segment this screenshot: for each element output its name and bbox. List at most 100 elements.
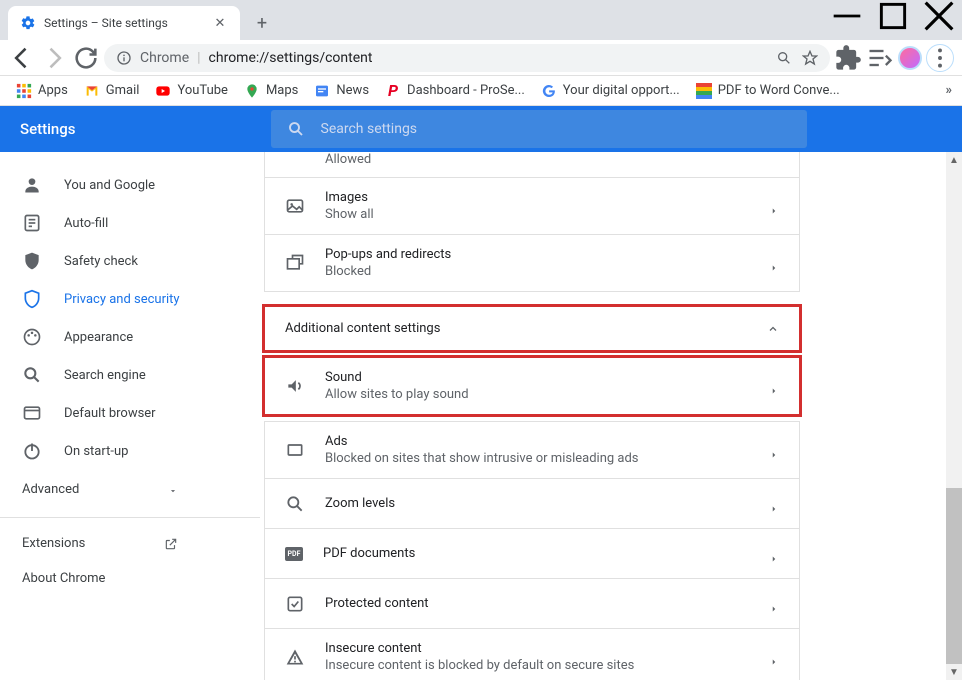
search-icon bbox=[22, 365, 42, 385]
bookmark-star-icon[interactable] bbox=[802, 50, 818, 66]
chrome-menu-button[interactable] bbox=[926, 44, 954, 72]
apps-icon bbox=[16, 83, 32, 99]
youtube-icon bbox=[155, 83, 171, 99]
row-partial-allowed: Allowed bbox=[264, 152, 800, 178]
bookmarks-overflow-button[interactable]: » bbox=[946, 83, 953, 98]
bookmark-maps[interactable]: Maps bbox=[238, 79, 304, 103]
bookmark-apps[interactable]: Apps bbox=[10, 79, 74, 103]
shield-icon bbox=[22, 289, 42, 309]
search-placeholder: Search settings bbox=[321, 121, 418, 137]
palette-icon bbox=[22, 327, 42, 347]
sidebar-extensions-link[interactable]: Extensions bbox=[0, 526, 200, 561]
popup-icon bbox=[285, 253, 305, 273]
pinterest-icon: P bbox=[385, 83, 401, 99]
scroll-up-arrow[interactable]: ▲ bbox=[946, 152, 962, 168]
row-pdf[interactable]: PDF PDF documents bbox=[264, 529, 800, 579]
shield-check-icon bbox=[22, 251, 42, 271]
row-ads[interactable]: AdsBlocked on sites that show intrusive … bbox=[264, 421, 800, 479]
sidebar-advanced-toggle[interactable]: Advanced bbox=[0, 470, 200, 509]
bookmarks-bar: Apps Gmail YouTube Maps News PDashboard … bbox=[0, 76, 962, 106]
sidebar-item-appearance[interactable]: Appearance bbox=[0, 318, 260, 356]
search-icon[interactable] bbox=[776, 50, 792, 66]
pdf-icon: PDF bbox=[285, 547, 303, 561]
url-text: chrome://settings/content bbox=[209, 50, 373, 66]
close-tab-button[interactable]: ✕ bbox=[212, 15, 228, 31]
chevron-right-icon bbox=[769, 499, 779, 509]
row-sound[interactable]: SoundAllow sites to play sound bbox=[264, 357, 800, 415]
back-button[interactable] bbox=[8, 44, 36, 72]
scroll-thumb[interactable] bbox=[946, 488, 962, 664]
person-icon bbox=[22, 175, 42, 195]
google-icon bbox=[541, 83, 557, 99]
bookmark-pinterest[interactable]: PDashboard - ProSe... bbox=[379, 79, 531, 103]
bookmark-google[interactable]: Your digital opport... bbox=[535, 79, 686, 103]
ads-icon bbox=[285, 440, 305, 460]
news-icon bbox=[314, 83, 330, 99]
browser-toolbar: Chrome | chrome://settings/content bbox=[0, 40, 962, 76]
maximize-button[interactable] bbox=[870, 0, 916, 32]
profile-avatar[interactable] bbox=[898, 46, 922, 70]
chevron-right-icon bbox=[769, 599, 779, 609]
forward-button[interactable] bbox=[40, 44, 68, 72]
extensions-icon[interactable] bbox=[834, 44, 862, 72]
protected-icon bbox=[285, 594, 305, 614]
row-popups[interactable]: Pop-ups and redirectsBlocked bbox=[264, 235, 800, 292]
bookmark-news[interactable]: News bbox=[308, 79, 375, 103]
address-bar[interactable]: Chrome | chrome://settings/content bbox=[104, 44, 830, 72]
settings-main-panel: Allowed ImagesShow all Pop-ups and redir… bbox=[260, 152, 962, 680]
sidebar-item-you-and-google[interactable]: You and Google bbox=[0, 166, 260, 204]
sidebar-about-link[interactable]: About Chrome bbox=[0, 561, 200, 596]
rainbow-icon bbox=[696, 83, 712, 99]
chevron-right-icon bbox=[769, 381, 779, 391]
sidebar-item-search-engine[interactable]: Search engine bbox=[0, 356, 260, 394]
chevron-right-icon bbox=[769, 652, 779, 662]
sidebar-item-safety-check[interactable]: Safety check bbox=[0, 242, 260, 280]
chevron-right-icon bbox=[769, 549, 779, 559]
chevron-up-icon bbox=[767, 323, 779, 335]
window-titlebar: Settings – Site settings ✕ + bbox=[0, 0, 962, 40]
bookmark-pdf[interactable]: PDF to Word Conve... bbox=[690, 79, 846, 103]
sidebar-item-autofill[interactable]: Auto-fill bbox=[0, 204, 260, 242]
sidebar-item-on-startup[interactable]: On start-up bbox=[0, 432, 260, 470]
bookmark-youtube[interactable]: YouTube bbox=[149, 79, 234, 103]
browser-tab[interactable]: Settings – Site settings ✕ bbox=[8, 6, 240, 40]
reading-list-icon[interactable] bbox=[866, 44, 894, 72]
reload-button[interactable] bbox=[72, 44, 100, 72]
sidebar-item-privacy-security[interactable]: Privacy and security bbox=[0, 280, 260, 318]
chevron-right-icon bbox=[769, 201, 779, 211]
search-settings-input[interactable]: Search settings bbox=[271, 110, 807, 148]
scroll-down-arrow[interactable]: ▼ bbox=[946, 664, 962, 680]
site-info-icon[interactable] bbox=[116, 50, 132, 66]
maps-icon bbox=[244, 83, 260, 99]
page-title: Settings bbox=[20, 120, 76, 138]
image-icon bbox=[285, 196, 305, 216]
scrollbar[interactable]: ▲ ▼ bbox=[946, 152, 962, 680]
search-icon bbox=[287, 120, 305, 138]
section-additional-content[interactable]: Additional content settings bbox=[264, 306, 800, 351]
minimize-button[interactable] bbox=[824, 0, 870, 32]
divider bbox=[0, 517, 260, 518]
sidebar-item-default-browser[interactable]: Default browser bbox=[0, 394, 260, 432]
chevron-right-icon bbox=[769, 258, 779, 268]
row-zoom[interactable]: Zoom levels bbox=[264, 479, 800, 529]
settings-header: Settings Search settings bbox=[0, 106, 962, 152]
bookmark-gmail[interactable]: Gmail bbox=[78, 79, 146, 103]
gear-icon bbox=[20, 15, 36, 31]
new-tab-button[interactable]: + bbox=[248, 9, 276, 37]
power-icon bbox=[22, 441, 42, 461]
tab-title: Settings – Site settings bbox=[44, 16, 168, 30]
gmail-icon bbox=[84, 83, 100, 99]
chevron-right-icon bbox=[769, 445, 779, 455]
warning-icon bbox=[285, 647, 305, 667]
url-scheme: Chrome bbox=[140, 50, 189, 66]
browser-icon bbox=[22, 403, 42, 423]
row-images[interactable]: ImagesShow all bbox=[264, 178, 800, 235]
row-protected[interactable]: Protected content bbox=[264, 579, 800, 629]
settings-sidebar: You and Google Auto-fill Safety check Pr… bbox=[0, 152, 260, 680]
row-insecure[interactable]: Insecure contentInsecure content is bloc… bbox=[264, 629, 800, 680]
external-link-icon bbox=[164, 537, 178, 551]
sound-icon bbox=[285, 376, 305, 396]
chevron-down-icon bbox=[168, 485, 178, 495]
zoom-icon bbox=[285, 494, 305, 514]
close-window-button[interactable] bbox=[916, 0, 962, 32]
